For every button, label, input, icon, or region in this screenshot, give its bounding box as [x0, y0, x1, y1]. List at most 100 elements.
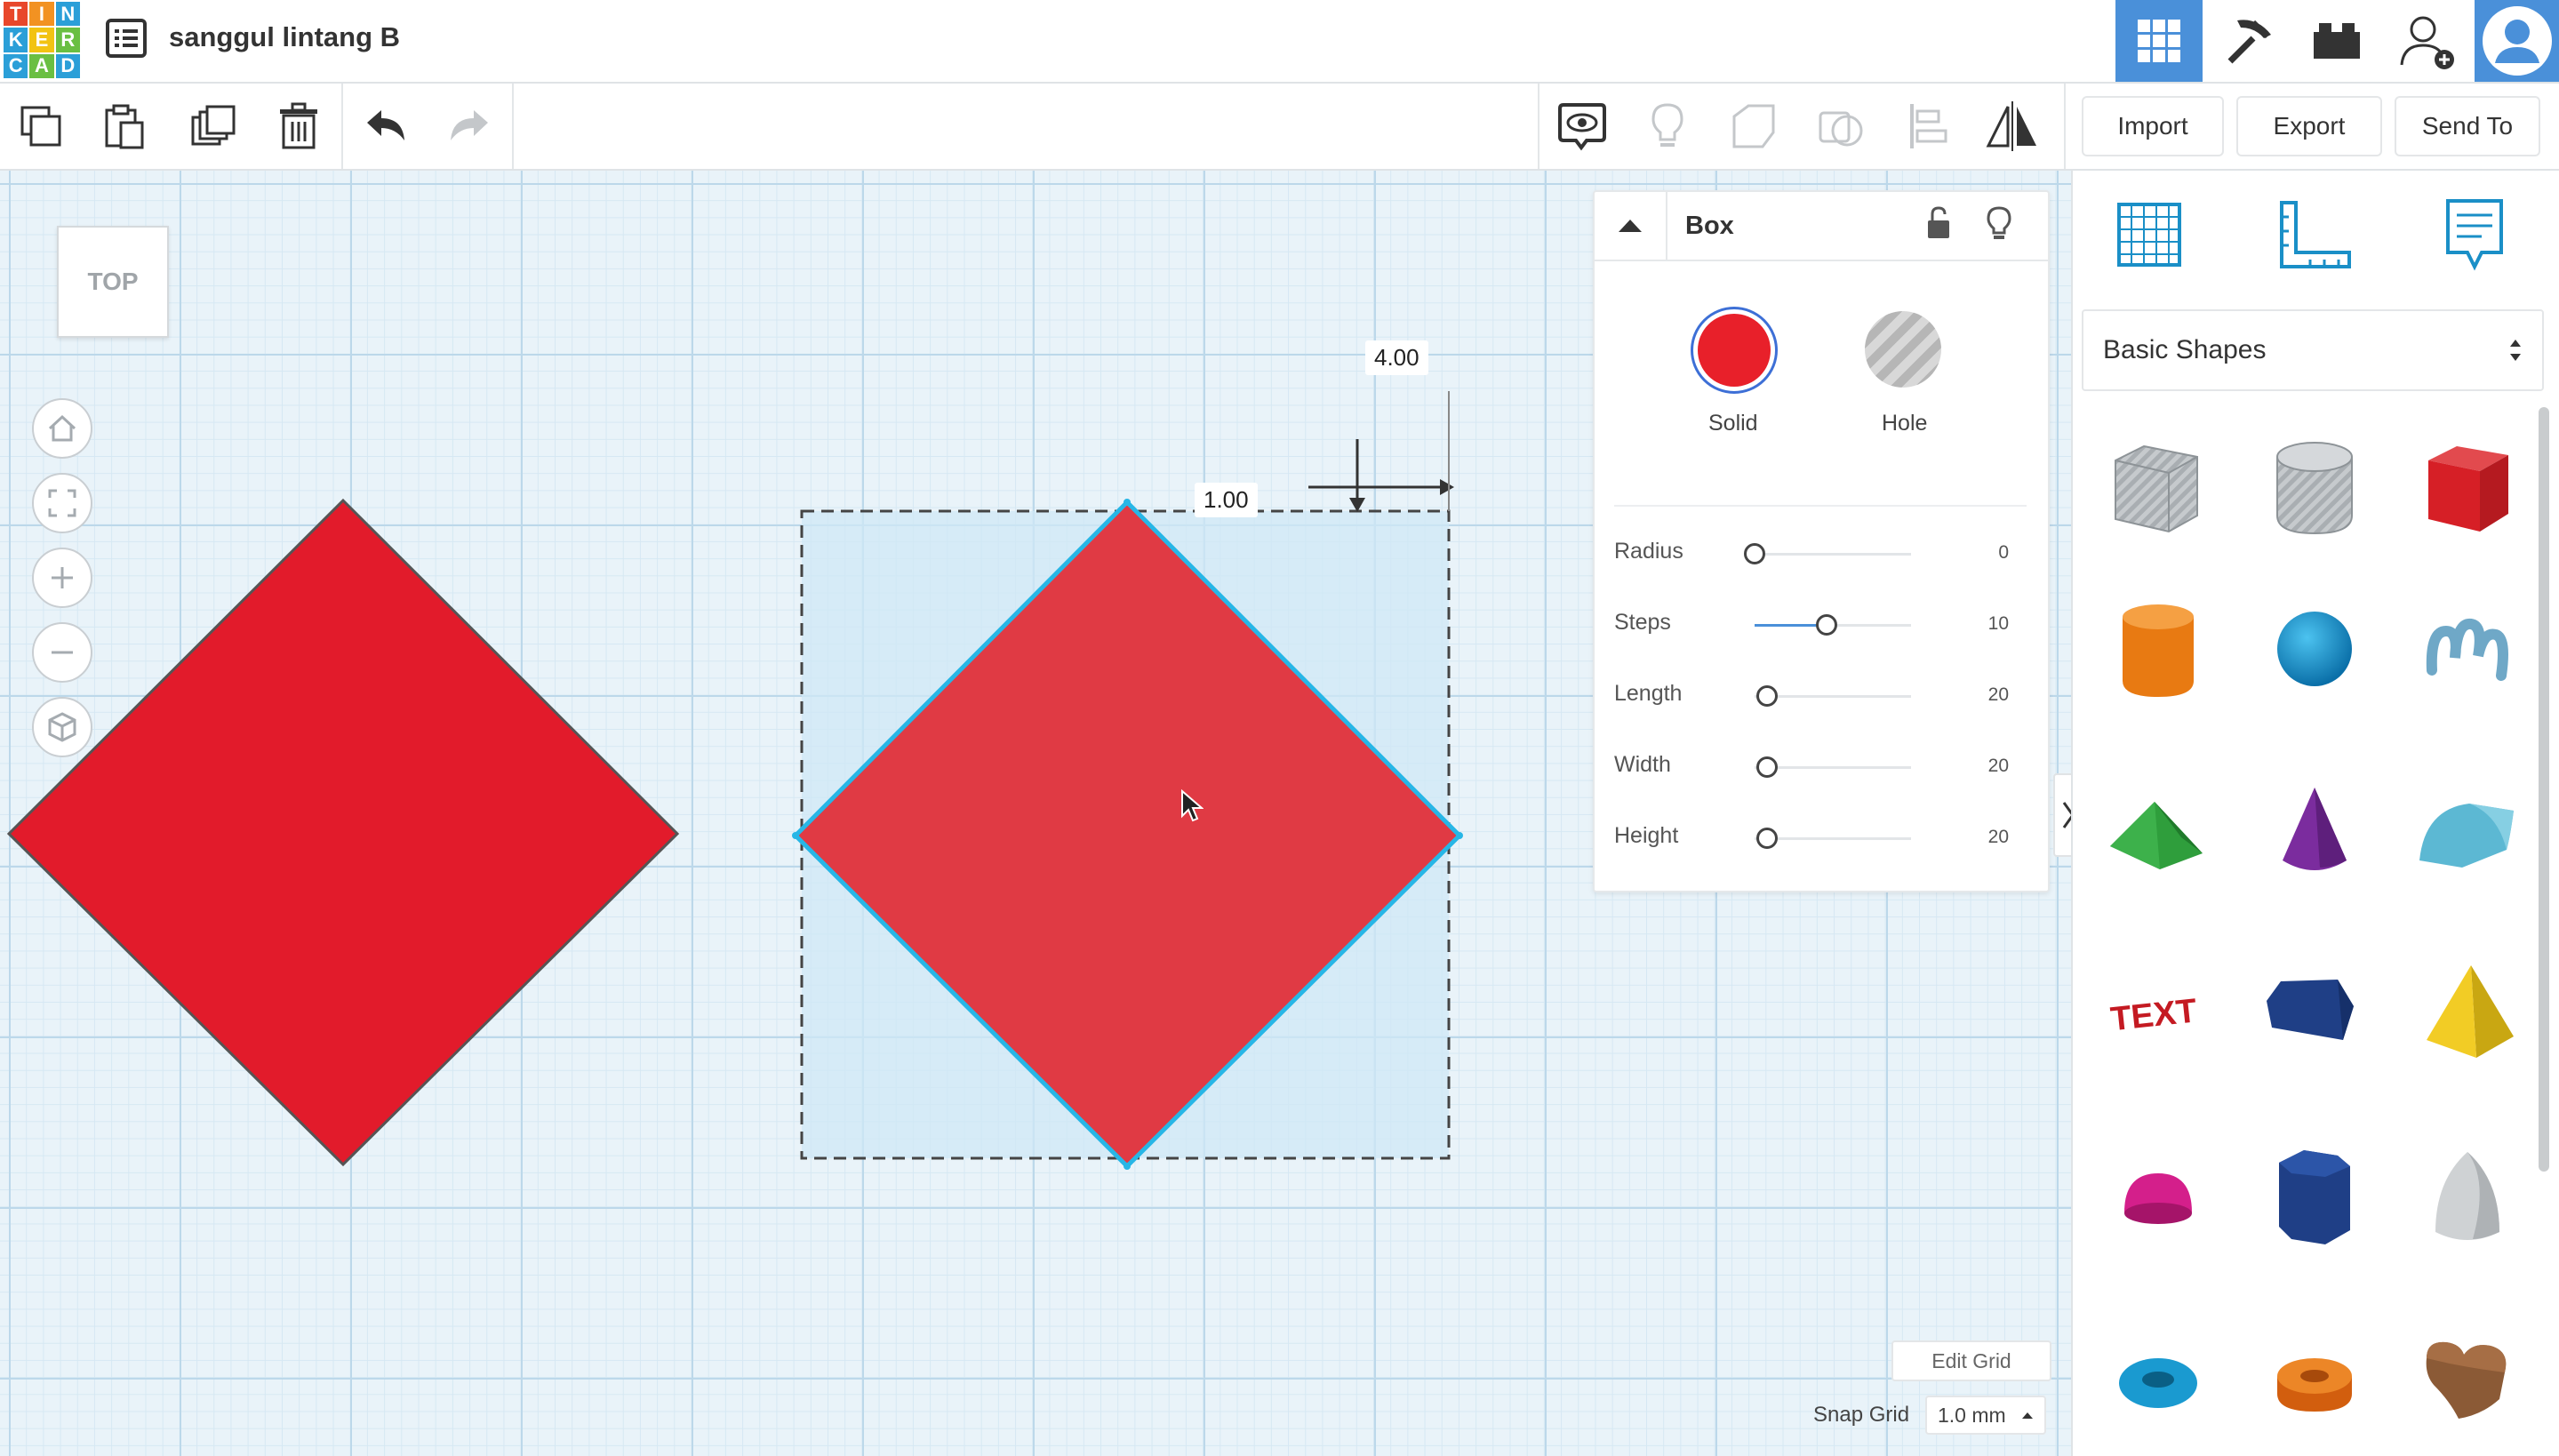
show-all-button[interactable]	[1627, 84, 1708, 169]
light-button[interactable]	[1987, 206, 2011, 246]
shape-roof[interactable]	[2105, 775, 2211, 886]
shape-heart[interactable]	[2414, 1326, 2521, 1437]
slider-knob-steps[interactable]	[1816, 614, 1837, 636]
import-button[interactable]: Import	[2082, 96, 2224, 156]
slider-track[interactable]	[1755, 695, 1911, 698]
shape-torus[interactable]	[2105, 1326, 2211, 1437]
logo-letter: T	[4, 2, 28, 27]
param-value-radius[interactable]: 0	[1955, 542, 2009, 564]
param-value-width[interactable]: 20	[1955, 756, 2009, 777]
tinkercad-logo[interactable]: T I N K E R C A D	[4, 2, 80, 78]
minecraft-view-button[interactable]	[2204, 0, 2291, 82]
add-user-icon	[2400, 16, 2454, 69]
slider-knob-length[interactable]	[1756, 685, 1778, 707]
notes-panel-button[interactable]	[2432, 192, 2517, 277]
hole-swatch-button[interactable]	[1865, 311, 1941, 388]
param-value-height[interactable]: 20	[1955, 827, 2009, 848]
shape-cone[interactable]	[2261, 775, 2368, 886]
shapes-scrollbar[interactable]	[2539, 407, 2549, 1172]
shape-category-value: Basic Shapes	[2103, 335, 2267, 364]
workplane-shapes	[6, 391, 1463, 1170]
edit-grid-button[interactable]: Edit Grid	[1891, 1340, 2051, 1381]
red-box-left[interactable]	[6, 498, 680, 1167]
shape-pyramid[interactable]	[2414, 958, 2521, 1069]
collapse-inspector-button[interactable]	[1595, 192, 1667, 260]
lock-button[interactable]	[1925, 206, 1952, 244]
redo-icon	[451, 110, 488, 140]
toolbar-divider	[1538, 84, 1539, 169]
param-label-length: Length	[1614, 681, 1683, 706]
delete-button[interactable]	[258, 84, 340, 169]
logo-letter: R	[55, 28, 80, 52]
param-value-length[interactable]: 20	[1955, 684, 2009, 706]
copy-button[interactable]	[0, 84, 82, 169]
copy-icon	[20, 106, 61, 147]
mouse-cursor-icon	[1181, 789, 1204, 822]
notes-button[interactable]	[1541, 84, 1623, 169]
workplane-button[interactable]	[2107, 192, 2192, 277]
lightbulb-icon	[1651, 103, 1683, 147]
shape-box-hole[interactable]	[2103, 434, 2210, 545]
logo-letter: D	[55, 53, 80, 78]
ruler-button[interactable]	[2272, 192, 2357, 277]
solid-swatch-button[interactable]	[1691, 307, 1778, 394]
slider-track[interactable]	[1755, 553, 1911, 556]
svg-text:TEXT: TEXT	[2109, 992, 2199, 1038]
slider-knob-radius[interactable]	[1744, 543, 1765, 564]
bricks-view-button[interactable]	[2293, 0, 2380, 82]
redo-button[interactable]	[428, 84, 510, 169]
align-button[interactable]	[1888, 84, 1970, 169]
dimension-label-offset[interactable]: 4.00	[1365, 340, 1428, 375]
ungroup-button[interactable]	[1801, 84, 1883, 169]
export-button[interactable]: Export	[2236, 96, 2382, 156]
grid-view-button[interactable]	[2115, 0, 2203, 82]
trash-icon	[280, 102, 317, 149]
snap-grid-select[interactable]: 1.0 mm	[1925, 1396, 2046, 1435]
slider-track[interactable]	[1755, 766, 1911, 769]
eye-bubble-icon	[1558, 103, 1606, 151]
shape-tube[interactable]	[2261, 1326, 2368, 1437]
design-list-icon[interactable]	[105, 18, 148, 59]
param-value-steps[interactable]: 10	[1955, 613, 2009, 635]
dimension-label-width[interactable]: 1.00	[1195, 483, 1258, 517]
shape-cylinder-hole[interactable]	[2261, 434, 2368, 545]
slider-fill-steps	[1755, 624, 1826, 627]
param-label-width: Width	[1614, 752, 1671, 777]
lightbulb-icon	[1987, 206, 2011, 239]
shape-hexagonal-prism[interactable]	[2261, 1145, 2368, 1256]
selection-handle[interactable]	[1124, 1163, 1131, 1170]
grid-view-icon	[2138, 20, 2180, 62]
shape-half-sphere[interactable]	[2105, 1145, 2211, 1256]
shape-sphere[interactable]	[2261, 596, 2368, 707]
shape-scribble[interactable]	[2414, 596, 2521, 707]
send-to-button[interactable]: Send To	[2395, 96, 2540, 156]
inspector-section-divider	[1614, 505, 2027, 507]
shape-polygon-prism[interactable]	[2261, 958, 2368, 1069]
select-arrows-icon	[2510, 340, 2521, 361]
avatar[interactable]	[2475, 0, 2559, 82]
group-button[interactable]	[1714, 84, 1795, 169]
slider-track[interactable]	[1755, 837, 1911, 840]
note-bubble-icon	[2446, 199, 2503, 271]
undo-icon	[367, 110, 404, 140]
shape-paraboloid[interactable]	[2414, 1145, 2521, 1256]
paste-button[interactable]	[84, 84, 165, 169]
invite-user-button[interactable]	[2384, 0, 2471, 82]
shape-text[interactable]: TEXT	[2103, 958, 2210, 1069]
mirror-button[interactable]	[1971, 84, 2053, 169]
selection-handle[interactable]	[792, 832, 799, 839]
selection-handle[interactable]	[1124, 499, 1131, 506]
workplane-icon	[2117, 203, 2181, 267]
slider-knob-width[interactable]	[1756, 756, 1778, 778]
undo-button[interactable]	[345, 84, 427, 169]
duplicate-button[interactable]	[172, 84, 254, 169]
selection-handle[interactable]	[1456, 832, 1463, 839]
logo-letter: A	[29, 53, 54, 78]
design-title[interactable]: sanggul lintang B	[169, 21, 400, 53]
slider-knob-height[interactable]	[1756, 828, 1778, 849]
shape-cylinder[interactable]	[2105, 596, 2211, 707]
shape-category-select[interactable]: Basic Shapes	[2082, 309, 2544, 391]
snap-grid-value: 1.0 mm	[1938, 1403, 2006, 1427]
shape-round-roof[interactable]	[2414, 775, 2521, 886]
shape-box[interactable]	[2414, 434, 2521, 545]
